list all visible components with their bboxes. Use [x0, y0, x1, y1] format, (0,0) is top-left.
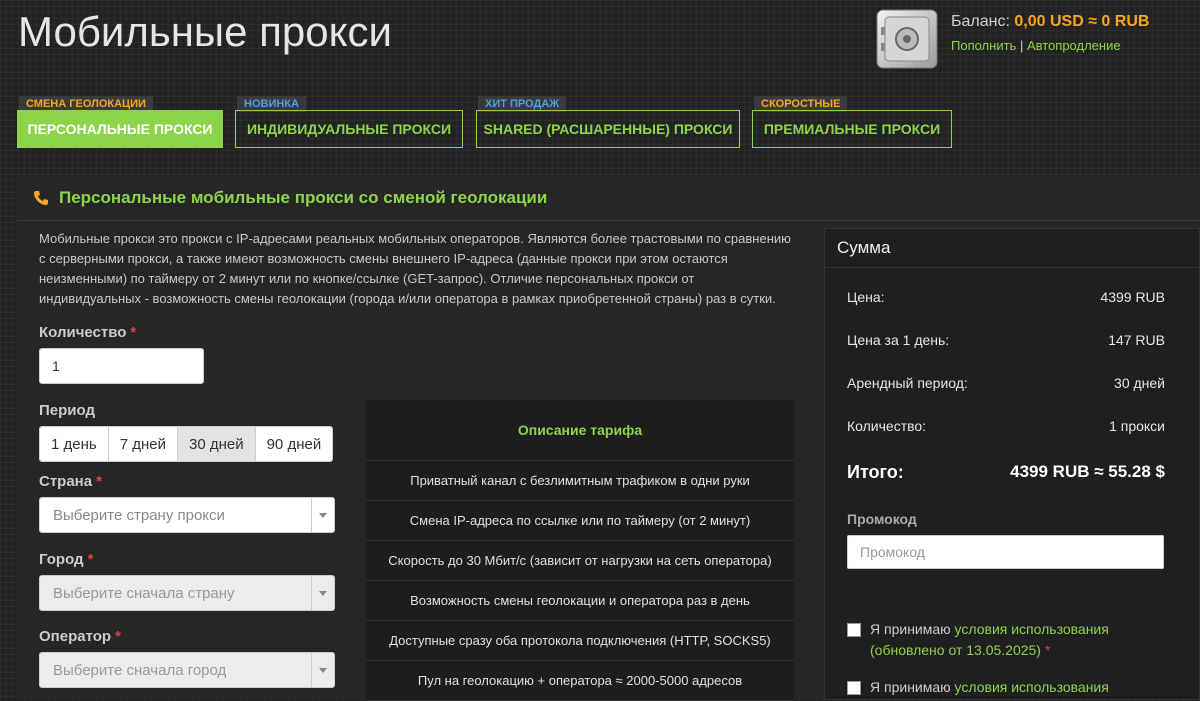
chevron-down-icon — [311, 498, 334, 532]
required-mark: * — [96, 473, 102, 490]
main-panel: Персональные мобильные прокси со сменой … — [17, 176, 1200, 701]
summary-title: Сумма — [825, 229, 1199, 268]
summary-qty-label: Количество: — [847, 418, 927, 434]
safe-icon — [876, 9, 938, 69]
city-select[interactable]: Выберите сначала страну — [39, 575, 335, 611]
terms-checkbox-1[interactable] — [847, 623, 861, 637]
price-value: 4399 RUB — [1100, 289, 1165, 305]
panel-header: Персональные мобильные прокси со сменой … — [17, 176, 1200, 221]
tariff-row: Смена IP-адреса по ссылке или по таймеру… — [366, 501, 794, 541]
operator-label: Оператор * — [39, 628, 121, 645]
summary-panel: Сумма Цена: 4399 RUB Цена за 1 день: 147… — [824, 228, 1200, 700]
total-label: Итого: — [847, 462, 904, 482]
terms-text-1: Я принимаю условия использования (обновл… — [870, 619, 1109, 661]
tab-individual: НОВИНКА ИНДИВИДУАЛЬНЫЕ ПРОКСИ — [235, 94, 463, 148]
terms-updated-date: (обновлено от 13.05.2025) — [870, 642, 1041, 658]
product-description: Мобильные прокси это прокси с IP-адресам… — [39, 231, 791, 306]
city-select-placeholder: Выберите сначала страну — [53, 584, 235, 602]
balance-amount: 0,00 USD ≈ 0 RUB — [1014, 13, 1150, 30]
summary-total: Итого: 4399 RUB ≈ 55.28 $ — [847, 462, 1165, 483]
period-90-days[interactable]: 90 дней — [255, 427, 333, 461]
terms-prefix: Я принимаю — [870, 621, 951, 637]
total-value: 4399 RUB ≈ 55.28 $ — [1010, 462, 1165, 481]
country-select-placeholder: Выберите страну прокси — [53, 506, 225, 524]
period-7-days[interactable]: 7 дней — [108, 427, 178, 461]
required-mark: * — [1044, 642, 1051, 658]
terms-link[interactable]: условия использования — [955, 621, 1109, 637]
required-mark: * — [130, 324, 137, 341]
balance: Баланс: 0,00 USD ≈ 0 RUB — [951, 13, 1149, 31]
per-day-label: Цена за 1 день: — [847, 332, 950, 348]
autorenew-link[interactable]: Автопродление — [1027, 38, 1121, 53]
tab-shared: ХИТ ПРОДАЖ SHARED (РАСШАРЕННЫЕ) ПРОКСИ — [476, 94, 740, 148]
tariff-row: Скорость до 30 Мбит/с (зависит от нагруз… — [366, 541, 794, 581]
chevron-down-icon — [311, 653, 334, 687]
tariff-title: Описание тарифа — [366, 400, 794, 461]
period-30-days[interactable]: 30 дней — [177, 427, 256, 461]
city-label: Город * — [39, 551, 93, 568]
quantity-input[interactable] — [39, 348, 204, 384]
tariff-row: Пул на геолокацию + оператора ≈ 2000-500… — [366, 661, 794, 701]
page-title: Мобильные прокси — [18, 8, 392, 55]
period-selector: 1 день 7 дней 30 дней 90 дней — [39, 426, 334, 462]
terms-prefix: Я принимаю — [870, 679, 951, 695]
summary-price: Цена: 4399 RUB — [847, 289, 1165, 305]
tariff-row: Возможность смены геолокации и оператора… — [366, 581, 794, 621]
period-label: Период — [39, 402, 95, 419]
promo-label: Промокод — [847, 511, 917, 527]
quantity-label: Количество * — [39, 324, 136, 341]
promo-input[interactable] — [847, 535, 1164, 569]
summary-per-day: Цена за 1 день: 147 RUB — [847, 332, 1165, 348]
country-label: Страна * — [39, 473, 102, 490]
terms-checkbox-2[interactable] — [847, 681, 861, 695]
country-label-text: Страна — [39, 473, 93, 490]
summary-quantity: Количество: 1 прокси — [847, 418, 1165, 434]
phone-icon — [34, 191, 48, 205]
period-1-day[interactable]: 1 день — [40, 427, 109, 461]
terms-link[interactable]: условия использования — [955, 679, 1109, 695]
tab-individual-button[interactable]: ИНДИВИДУАЛЬНЫЕ ПРОКСИ — [235, 110, 463, 148]
chevron-down-icon — [311, 576, 334, 610]
terms-agreement-2: Я принимаю условия использования — [847, 677, 1109, 698]
balance-links: Пополнить | Автопродление — [951, 38, 1121, 53]
per-day-value: 147 RUB — [1108, 332, 1165, 348]
tab-personal: СМЕНА ГЕОЛОКАЦИИ ПЕРСОНАЛЬНЫЕ ПРОКСИ — [17, 94, 223, 148]
operator-select[interactable]: Выберите сначала город — [39, 652, 335, 688]
tariff-row: Доступные сразу оба протокола подключени… — [366, 621, 794, 661]
terms-text-2: Я принимаю условия использования — [870, 677, 1109, 698]
summary-qty-value: 1 прокси — [1109, 418, 1165, 434]
required-mark: * — [115, 628, 121, 645]
quantity-label-text: Количество — [39, 324, 127, 341]
summary-period: Арендный период: 30 дней — [847, 375, 1165, 391]
rent-period-label: Арендный период: — [847, 375, 968, 391]
tab-personal-button[interactable]: ПЕРСОНАЛЬНЫЕ ПРОКСИ — [17, 110, 223, 148]
tab-premium: СКОРОСТНЫЕ ПРЕМИАЛЬНЫЕ ПРОКСИ — [752, 94, 952, 148]
city-label-text: Город — [39, 551, 84, 568]
operator-select-placeholder: Выберите сначала город — [53, 661, 227, 679]
topup-link[interactable]: Пополнить — [951, 38, 1016, 53]
tariff-row: Приватный канал с безлимитным трафиком в… — [366, 461, 794, 501]
tariff-description: Описание тарифа Приватный канал с безлим… — [366, 400, 794, 701]
balance-label: Баланс: — [951, 13, 1010, 30]
rent-period-value: 30 дней — [1114, 375, 1165, 391]
panel-title: Персональные мобильные прокси со сменой … — [59, 188, 548, 207]
terms-agreement-1: Я принимаю условия использования (обновл… — [847, 619, 1109, 661]
operator-label-text: Оператор — [39, 628, 112, 645]
tab-shared-button[interactable]: SHARED (РАСШАРЕННЫЕ) ПРОКСИ — [476, 110, 740, 148]
required-mark: * — [87, 551, 94, 568]
country-select[interactable]: Выберите страну прокси — [39, 497, 335, 533]
tab-premium-button[interactable]: ПРЕМИАЛЬНЫЕ ПРОКСИ — [752, 110, 952, 148]
price-label: Цена: — [847, 289, 885, 305]
link-separator: | — [1019, 38, 1024, 53]
